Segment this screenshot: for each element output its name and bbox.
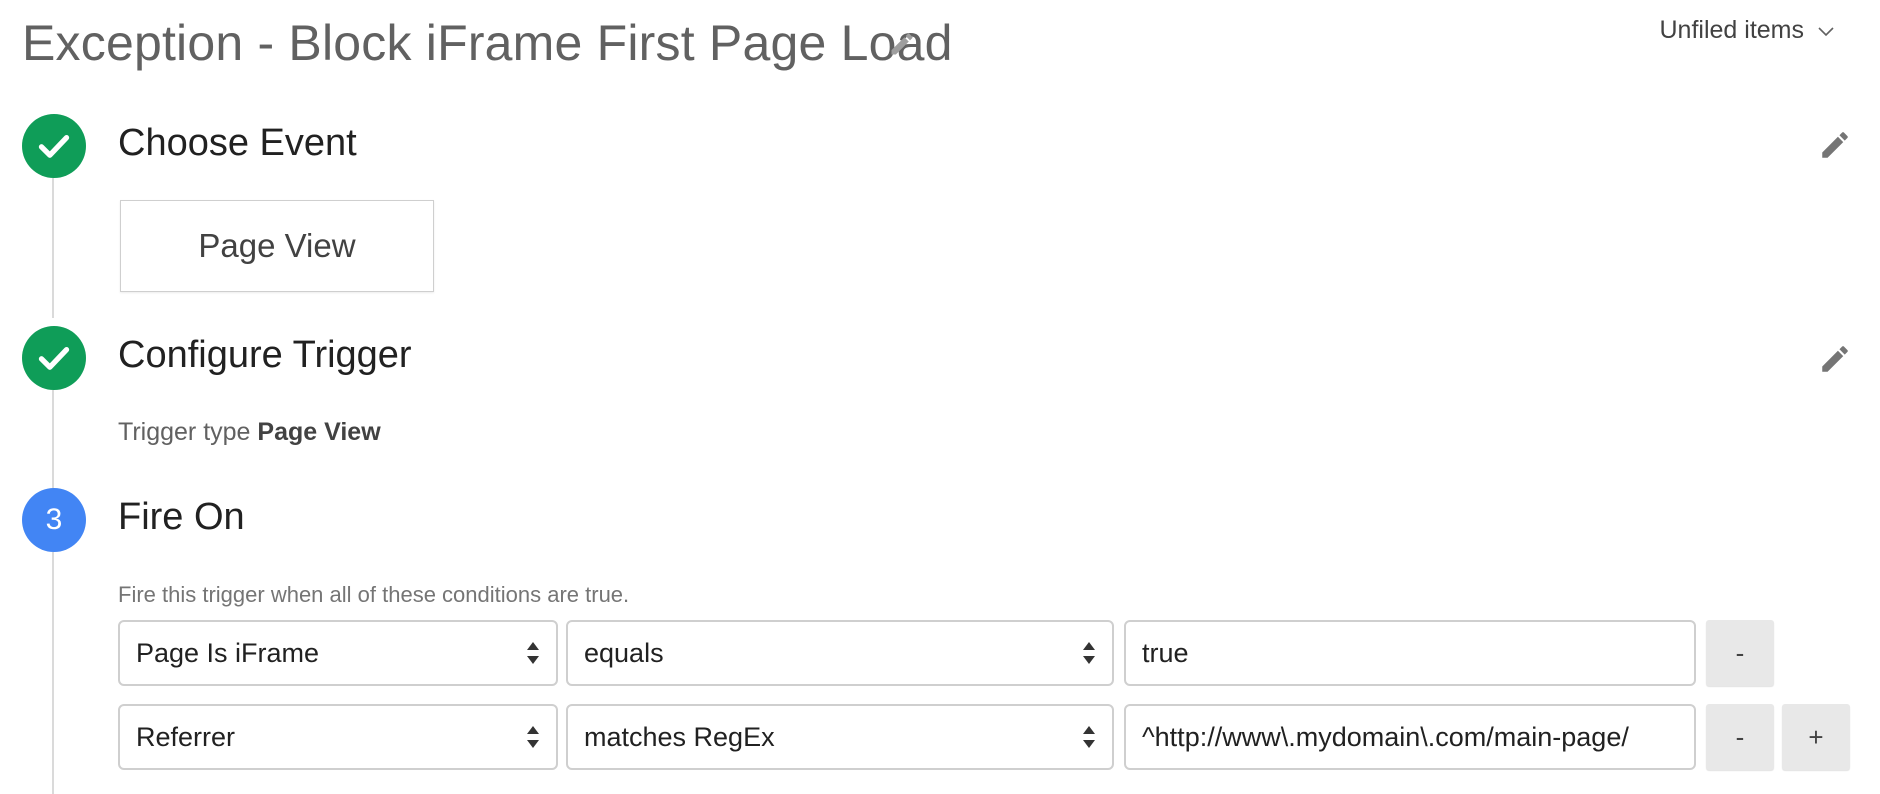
condition-variable-select[interactable]: Referrer [118, 704, 558, 770]
select-value: Referrer [136, 721, 236, 752]
step-connector [52, 552, 54, 794]
step-complete-indicator [22, 114, 86, 178]
folder-label: Unfiled items [1659, 16, 1805, 44]
trigger-type-prefix: Trigger type [118, 418, 251, 446]
chevron-down-icon [1818, 26, 1834, 36]
select-value: matches RegEx [584, 721, 775, 752]
step-complete-indicator [22, 326, 86, 390]
condition-operator-select[interactable]: matches RegEx [566, 704, 1114, 770]
pencil-icon[interactable] [1818, 342, 1852, 376]
step-connector [52, 390, 54, 490]
select-arrows-icon [1083, 726, 1095, 748]
condition-operator-select[interactable]: equals [566, 620, 1114, 686]
step-title-fire-on: Fire On [118, 496, 245, 538]
input-value: ^http://www\.mydomain\.com/main-page/ [1142, 721, 1629, 752]
pencil-icon[interactable] [1818, 128, 1852, 162]
step-number: 3 [45, 503, 63, 536]
trigger-type-value: Page View [257, 418, 381, 446]
condition-value-input[interactable]: true [1124, 620, 1696, 686]
select-arrows-icon [527, 726, 539, 748]
page-title: Exception - Block iFrame First Page Load [22, 15, 953, 71]
condition-value-input[interactable]: ^http://www\.mydomain\.com/main-page/ [1124, 704, 1696, 770]
condition-variable-select[interactable]: Page Is iFrame [118, 620, 558, 686]
check-icon [38, 347, 70, 370]
trigger-type-text: Trigger type Page View [118, 418, 381, 447]
check-icon [38, 135, 70, 158]
select-value: Page Is iFrame [136, 637, 320, 668]
select-arrows-icon [527, 642, 539, 664]
add-condition-button[interactable]: + [1782, 704, 1850, 770]
folder-selector[interactable]: Unfiled items [1660, 16, 1839, 45]
conditions-intro: Fire this trigger when all of these cond… [118, 582, 630, 607]
remove-condition-button[interactable]: - [1706, 704, 1774, 770]
step-connector [52, 178, 54, 318]
select-value: equals [584, 637, 664, 668]
step-title-configure-trigger: Configure Trigger [118, 334, 412, 376]
step-number-indicator: 3 [22, 488, 86, 552]
step-title-choose-event: Choose Event [118, 122, 357, 164]
select-arrows-icon [1083, 642, 1095, 664]
event-tile-page-view[interactable]: Page View [120, 200, 434, 292]
title-edit-icon[interactable] [888, 30, 916, 58]
remove-condition-button[interactable]: - [1706, 620, 1774, 686]
input-value: true [1142, 637, 1189, 668]
